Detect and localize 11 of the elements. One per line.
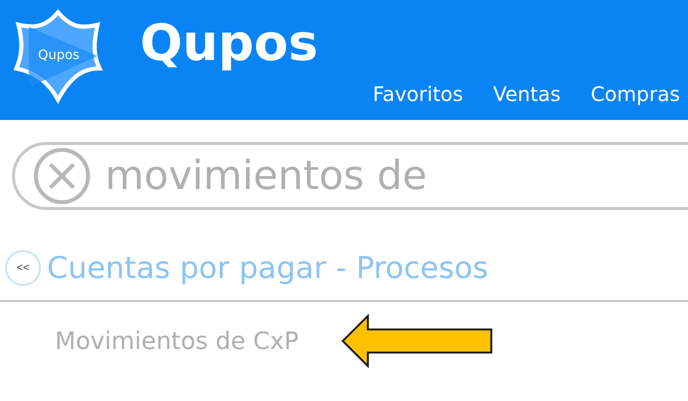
nav-link[interactable]: Favoritos bbox=[372, 82, 464, 106]
nav-link[interactable]: Ventas bbox=[493, 82, 561, 106]
clear-icon[interactable] bbox=[33, 147, 91, 205]
menu-item[interactable]: Movimientos de CxP bbox=[55, 327, 299, 355]
nav-link[interactable]: Compras bbox=[590, 82, 680, 106]
back-button[interactable]: << bbox=[5, 250, 41, 286]
logo-text: Qupos bbox=[38, 48, 80, 63]
section-title: Cuentas por pagar - Procesos bbox=[47, 250, 488, 286]
brand-name: Qupos bbox=[140, 14, 318, 72]
search-input[interactable]: movimientos de bbox=[105, 153, 445, 199]
search-field[interactable]: movimientos de bbox=[12, 142, 688, 210]
